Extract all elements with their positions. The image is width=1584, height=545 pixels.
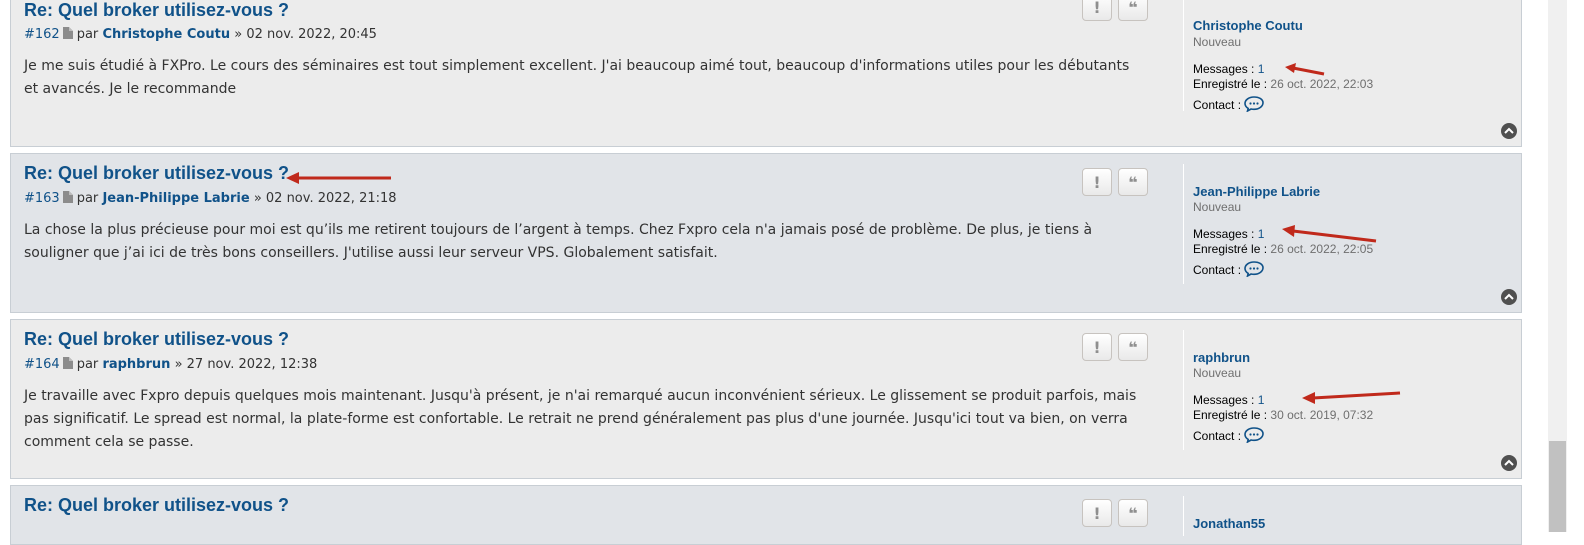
profile-rank: Nouveau <box>1193 35 1242 49</box>
post-title[interactable]: Re: Quel broker utilisez-vous ? <box>24 329 289 350</box>
post-content: Je travaille avec Fxpro depuis quelques … <box>24 388 1137 450</box>
file-icon <box>62 27 73 39</box>
post-number-link[interactable]: #164 <box>24 357 60 372</box>
contact-chat-icon[interactable] <box>1244 96 1264 112</box>
profile-username[interactable]: Jean-Philippe Labrie <box>1193 184 1320 199</box>
profile-contact: Contact : <box>1193 261 1264 277</box>
post-next: Re: Quel broker utilisez-vous ? ! ❝ Jona… <box>10 485 1522 545</box>
post-datetime: » 27 nov. 2022, 12:38 <box>174 357 318 372</box>
post-title[interactable]: Re: Quel broker utilisez-vous ? <box>24 495 289 516</box>
profile-username[interactable]: raphbrun <box>1193 350 1250 365</box>
file-icon <box>62 191 73 203</box>
back-to-top-icon[interactable] <box>1501 289 1517 305</box>
file-icon <box>62 357 73 369</box>
post-title[interactable]: Re: Quel broker utilisez-vous ? <box>24 163 289 184</box>
post-datetime: » 02 nov. 2022, 20:45 <box>234 27 377 42</box>
messages-count-link[interactable]: 1 <box>1258 227 1265 241</box>
profile-divider <box>1183 330 1184 450</box>
post-author-line: #162 par Christophe Coutu » 02 nov. 2022,… <box>24 27 377 42</box>
quote-button[interactable]: ❝ <box>1118 168 1148 196</box>
quote-button[interactable]: ❝ <box>1118 499 1148 527</box>
profile-contact: Contact : <box>1193 96 1264 112</box>
scrollbar-thumb[interactable] <box>1549 441 1566 532</box>
post-author-link[interactable]: Christophe Coutu <box>102 27 230 42</box>
post-number-stub <box>24 524 114 532</box>
profile-rank: Nouveau <box>1193 200 1242 214</box>
post-content: Je me suis étudié à FXPro. Le cours des … <box>24 58 1130 97</box>
post-163: Re: Quel broker utilisez-vous ? #163 par … <box>10 153 1522 313</box>
post-author-link[interactable]: raphbrun <box>102 357 170 372</box>
post-author-line: #163 par Jean-Philippe Labrie » 02 nov. 2… <box>24 191 397 206</box>
par-label: par <box>76 357 99 372</box>
report-button[interactable]: ! <box>1082 333 1112 361</box>
post-164: Re: Quel broker utilisez-vous ? #164 par … <box>10 319 1522 479</box>
report-button[interactable]: ! <box>1082 168 1112 196</box>
report-button[interactable]: ! <box>1082 499 1112 527</box>
profile-username[interactable]: Christophe Coutu <box>1193 18 1303 33</box>
profile-divider <box>1183 164 1184 284</box>
report-button[interactable]: ! <box>1082 0 1112 21</box>
post-number-link[interactable]: #162 <box>24 27 60 42</box>
profile-registered: Enregistré le : 26 oct. 2022, 22:05 <box>1193 242 1374 256</box>
post-162: Re: Quel broker utilisez-vous ? #162 par … <box>10 0 1522 147</box>
back-to-top-icon[interactable] <box>1501 123 1517 139</box>
profile-registered: Enregistré le : 30 oct. 2019, 07:32 <box>1193 408 1374 422</box>
contact-chat-icon[interactable] <box>1244 427 1264 443</box>
profile-divider <box>1183 496 1184 536</box>
post-datetime: » 02 nov. 2022, 21:18 <box>253 191 397 206</box>
post-author-link[interactable]: Jean-Philippe Labrie <box>102 191 249 206</box>
profile-contact: Contact : <box>1193 427 1264 443</box>
profile-rank: Nouveau <box>1193 366 1242 380</box>
par-label: par <box>76 191 99 206</box>
post-content: La chose la plus précieuse pour moi est … <box>24 222 1093 261</box>
back-to-top-icon[interactable] <box>1501 455 1517 471</box>
post-number-link[interactable]: #163 <box>24 191 60 206</box>
profile-messages: Messages : 1 <box>1193 227 1265 241</box>
profile-divider <box>1183 0 1184 111</box>
par-label: par <box>76 27 99 42</box>
profile-messages: Messages : 1 <box>1193 393 1265 407</box>
profile-messages: Messages : 1 <box>1193 62 1265 76</box>
profile-registered: Enregistré le : 26 oct. 2022, 22:03 <box>1193 77 1374 91</box>
quote-button[interactable]: ❝ <box>1118 333 1148 361</box>
messages-count-link[interactable]: 1 <box>1258 393 1265 407</box>
post-title[interactable]: Re: Quel broker utilisez-vous ? <box>24 0 289 21</box>
contact-chat-icon[interactable] <box>1244 261 1264 277</box>
post-author-line: #164 par raphbrun » 27 nov. 2022, 12:38 <box>24 357 317 372</box>
messages-count-link[interactable]: 1 <box>1258 62 1265 76</box>
profile-username[interactable]: Jonathan55 <box>1193 516 1265 531</box>
quote-button[interactable]: ❝ <box>1118 0 1148 21</box>
